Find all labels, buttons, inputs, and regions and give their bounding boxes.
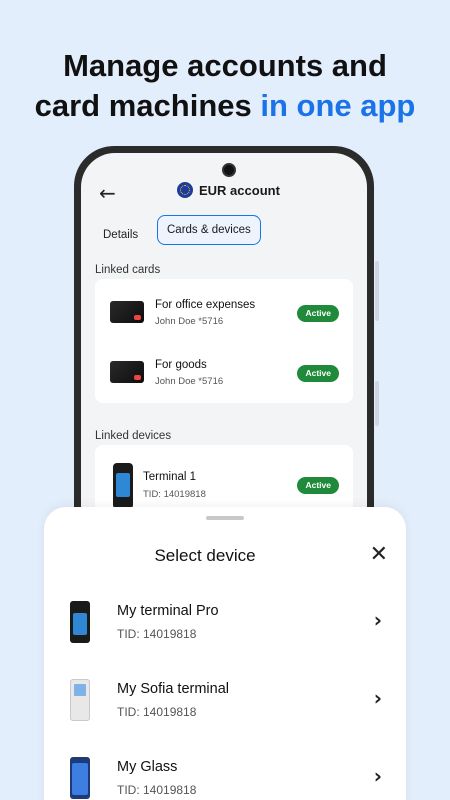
sheet-title: Select device xyxy=(154,546,256,565)
device-title: Terminal 1 xyxy=(143,471,197,483)
chevron-right-icon: › xyxy=(373,686,382,710)
card-title: For goods xyxy=(155,359,207,371)
status-badge: Active xyxy=(297,305,339,322)
promo-headline: Manage accounts and card machines in one… xyxy=(0,46,450,126)
status-badge: Active xyxy=(297,365,339,382)
terminal-thumbnail xyxy=(113,463,133,509)
camera-icon xyxy=(222,163,236,177)
account-title: EUR account xyxy=(199,182,280,198)
device-option-name: My terminal Pro xyxy=(117,603,219,619)
chevron-right-icon: › xyxy=(373,608,382,632)
headline-line-2: card machines in one app xyxy=(0,86,450,126)
sheet-drag-handle[interactable] xyxy=(206,516,244,520)
card-thumbnail xyxy=(110,361,144,383)
device-option-tid: TID: 14019818 xyxy=(117,783,197,797)
phone-screen: ← EUR account Details Cards & devices Li… xyxy=(81,153,367,566)
device-option-name: My Glass xyxy=(117,759,178,775)
headline-accent: in one app xyxy=(260,88,416,123)
device-option-tid: TID: 14019818 xyxy=(117,627,197,641)
headline-line-1: Manage accounts and xyxy=(63,48,387,83)
back-arrow-icon[interactable]: ← xyxy=(99,181,116,205)
glass-terminal-thumbnail xyxy=(70,757,90,799)
device-subtitle: TID: 14019818 xyxy=(143,489,206,500)
chevron-right-icon: › xyxy=(373,764,382,788)
device-option-row[interactable]: My terminal Pro TID: 14019818 › xyxy=(44,601,406,671)
device-option-row[interactable]: My Glass TID: 14019818 › xyxy=(44,757,406,800)
account-header: EUR account xyxy=(177,182,280,198)
card-title: For office expenses xyxy=(155,299,256,311)
card-row[interactable]: For goods John Doe *5716 Active xyxy=(95,345,353,395)
linked-cards-list: For office expenses John Doe *5716 Activ… xyxy=(95,279,353,403)
sofia-terminal-thumbnail xyxy=(70,679,90,721)
phone-mockup: ← EUR account Details Cards & devices Li… xyxy=(74,146,379,566)
tab-details[interactable]: Details xyxy=(103,229,138,241)
tab-cards-devices[interactable]: Cards & devices xyxy=(157,215,261,245)
device-option-tid: TID: 14019818 xyxy=(117,705,197,719)
linked-devices-label: Linked devices xyxy=(95,430,172,442)
device-option-name: My Sofia terminal xyxy=(117,681,230,697)
phone-power-button xyxy=(375,381,379,426)
headline-line-2-plain: card machines xyxy=(34,88,261,123)
close-icon[interactable]: ✕ xyxy=(370,544,388,566)
status-badge: Active xyxy=(297,477,339,494)
card-subtitle: John Doe *5716 xyxy=(155,316,224,327)
card-subtitle: John Doe *5716 xyxy=(155,376,224,387)
phone-volume-button xyxy=(375,261,379,321)
linked-cards-label: Linked cards xyxy=(95,264,161,276)
eu-flag-icon xyxy=(177,182,193,198)
select-device-sheet: Select device ✕ My terminal Pro TID: 140… xyxy=(44,507,406,800)
card-row[interactable]: For office expenses John Doe *5716 Activ… xyxy=(95,285,353,335)
device-option-row[interactable]: My Sofia terminal TID: 14019818 › xyxy=(44,679,406,749)
card-thumbnail xyxy=(110,301,144,323)
terminal-pro-thumbnail xyxy=(70,601,90,643)
